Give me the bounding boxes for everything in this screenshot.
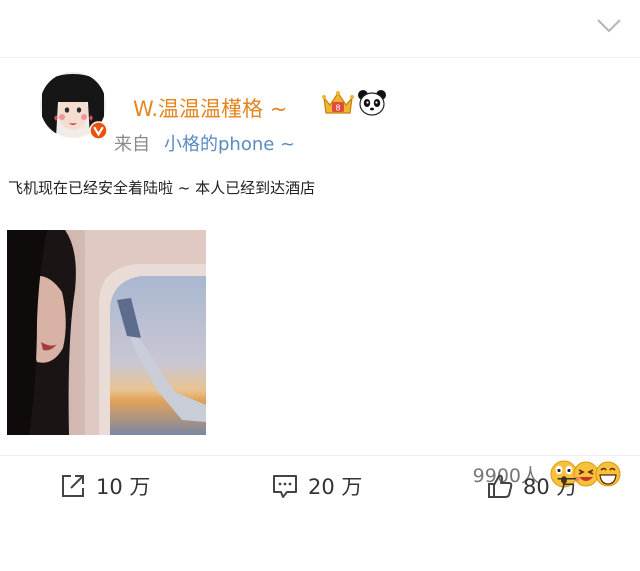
post-text: 飞机现在已经安全着陆啦 ~ 本人已经到达酒店 (8, 179, 316, 197)
crown-icon: 8 (322, 91, 354, 114)
action-bar: 10 万 20 万 80 万 (0, 455, 640, 513)
thumbs-up-icon (488, 474, 513, 498)
source-label: 来自 (114, 134, 150, 155)
share-icon (62, 475, 84, 497)
post-source: 来自 小格的phone ~ (114, 130, 295, 156)
verified-badge-icon (89, 121, 108, 140)
panda-icon (358, 90, 386, 116)
repost-button[interactable]: 10 万 (60, 472, 150, 500)
source-device-link[interactable]: 小格的phone ~ (164, 134, 295, 155)
author-name[interactable]: W.温温温槿格 ~ (133, 93, 287, 123)
comment-count: 20 万 (308, 475, 363, 499)
comment-icon (273, 475, 297, 498)
like-button[interactable]: 80 万 (487, 472, 577, 500)
svg-text:8: 8 (335, 104, 340, 113)
post-image[interactable] (7, 230, 206, 435)
top-bar (0, 0, 640, 58)
comment-button[interactable]: 20 万 (272, 472, 362, 500)
repost-count: 10 万 (96, 475, 151, 499)
chevron-down-icon[interactable] (596, 16, 622, 36)
like-count: 80 万 (523, 475, 578, 499)
